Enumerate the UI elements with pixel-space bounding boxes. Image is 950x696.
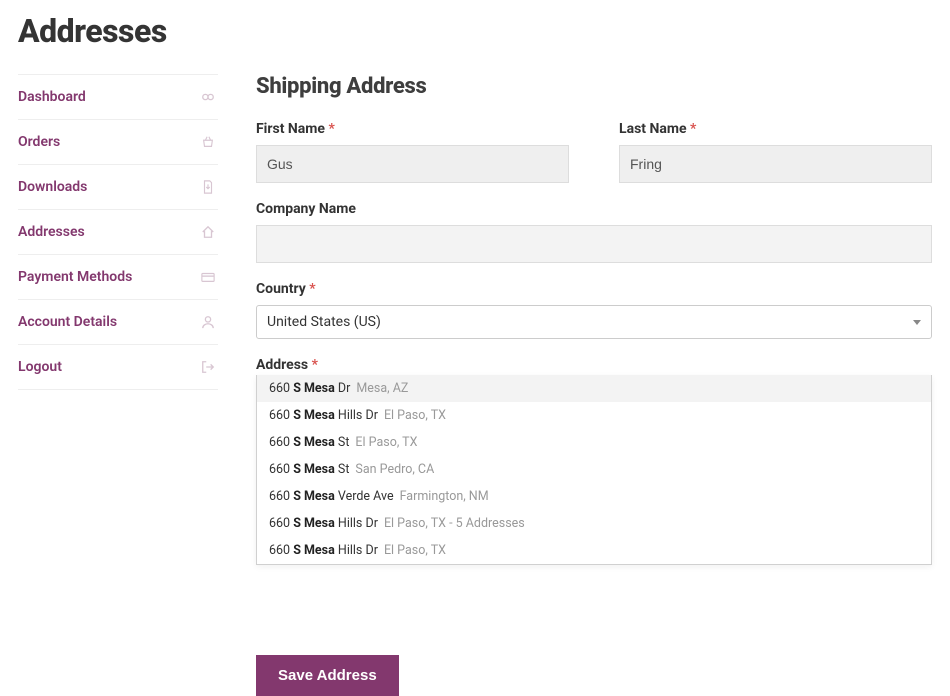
- save-address-button[interactable]: Save Address: [256, 655, 399, 696]
- last-name-input[interactable]: [619, 145, 932, 183]
- sidebar-item-label: Dashboard: [18, 89, 86, 105]
- account-sidebar: Dashboard Orders Downloads Addresses Pay…: [18, 74, 218, 696]
- first-name-input[interactable]: [256, 145, 569, 183]
- last-name-field: Last Name *: [619, 121, 932, 183]
- sidebar-item-logout[interactable]: Logout: [18, 345, 218, 390]
- sidebar-item-label: Orders: [18, 134, 60, 150]
- required-mark: *: [690, 121, 696, 137]
- autocomplete-item[interactable]: 660 S Mesa Hills DrEl Paso, TX: [257, 537, 931, 564]
- required-mark: *: [312, 357, 318, 373]
- company-field: Company Name: [256, 201, 932, 263]
- home-icon: [200, 224, 216, 240]
- sidebar-item-orders[interactable]: Orders: [18, 120, 218, 165]
- address-label: Address *: [256, 357, 932, 373]
- first-name-field: First Name *: [256, 121, 569, 183]
- country-value: United States (US): [267, 314, 381, 330]
- sidebar-item-addresses[interactable]: Addresses: [18, 210, 218, 255]
- company-label: Company Name: [256, 201, 932, 217]
- country-select[interactable]: United States (US): [256, 305, 932, 339]
- basket-icon: [200, 134, 216, 150]
- required-mark: *: [309, 281, 315, 297]
- last-name-label: Last Name *: [619, 121, 932, 137]
- chevron-down-icon: [913, 320, 921, 325]
- sidebar-item-account-details[interactable]: Account Details: [18, 300, 218, 345]
- page-title: Addresses: [18, 12, 932, 50]
- required-mark: *: [328, 121, 334, 137]
- autocomplete-item[interactable]: 660 S Mesa Hills DrEl Paso, TX: [257, 402, 931, 429]
- autocomplete-item[interactable]: 660 S Mesa StEl Paso, TX: [257, 429, 931, 456]
- credit-card-icon: [200, 269, 216, 285]
- sidebar-item-label: Downloads: [18, 179, 87, 195]
- sidebar-item-label: Logout: [18, 359, 62, 375]
- sidebar-item-dashboard[interactable]: Dashboard: [18, 74, 218, 120]
- autocomplete-item[interactable]: 660 S Mesa StSan Pedro, CA: [257, 456, 931, 483]
- sidebar-item-label: Payment Methods: [18, 269, 132, 285]
- country-field: Country * United States (US): [256, 281, 932, 339]
- dashboard-icon: [200, 89, 216, 105]
- section-title: Shipping Address: [256, 74, 932, 99]
- autocomplete-item[interactable]: 660 S Mesa Verde AveFarmington, NM: [257, 483, 931, 510]
- autocomplete-item[interactable]: 660 S Mesa Hills DrEl Paso, TX - 5 Addre…: [257, 510, 931, 537]
- address-autocomplete: 660 S Mesa DrMesa, AZ660 S Mesa Hills Dr…: [256, 375, 932, 565]
- sidebar-item-label: Account Details: [18, 314, 117, 330]
- user-icon: [200, 314, 216, 330]
- autocomplete-item[interactable]: 660 S Mesa DrMesa, AZ: [257, 375, 931, 402]
- sidebar-item-payment-methods[interactable]: Payment Methods: [18, 255, 218, 300]
- logout-icon: [200, 359, 216, 375]
- first-name-label: First Name *: [256, 121, 569, 137]
- main-content: Shipping Address First Name * Last Name …: [256, 74, 932, 696]
- company-input[interactable]: [256, 225, 932, 263]
- sidebar-item-label: Addresses: [18, 224, 85, 240]
- country-label: Country *: [256, 281, 932, 297]
- sidebar-item-downloads[interactable]: Downloads: [18, 165, 218, 210]
- file-icon: [200, 179, 216, 195]
